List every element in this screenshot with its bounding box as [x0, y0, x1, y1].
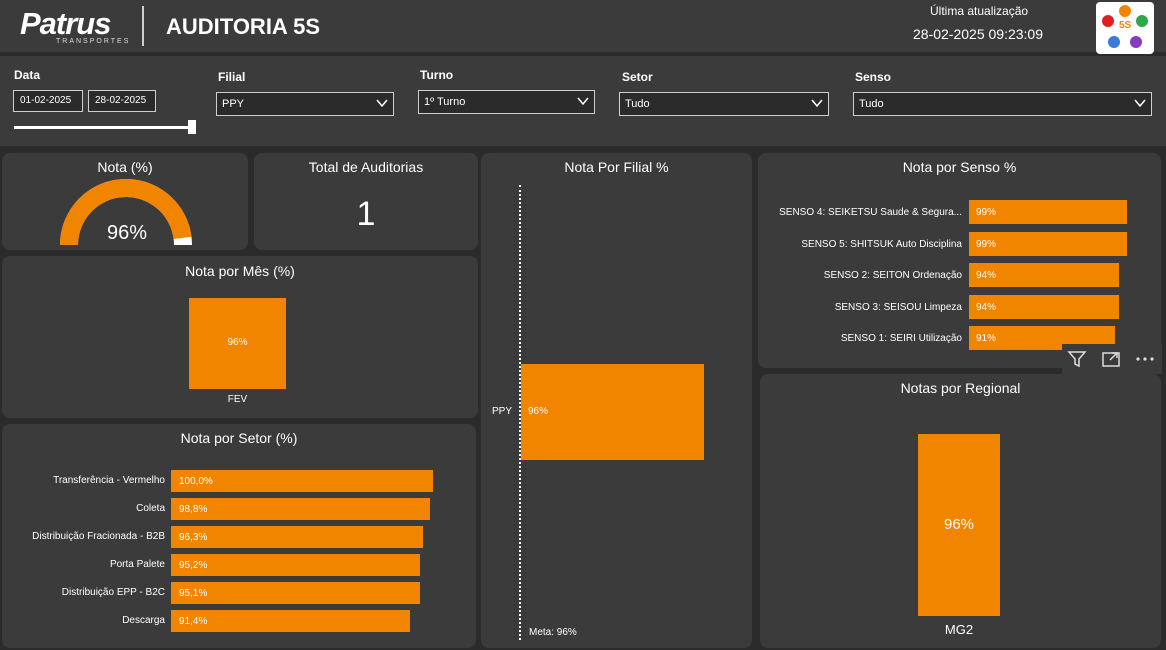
senso-category-label: SENSO 4: SEIKETSU Saude & Segura...	[779, 207, 962, 218]
mes-category-label: FEV	[227, 394, 248, 405]
setor-category-label: Descarga	[122, 615, 165, 626]
page-title: AUDITORIA 5S	[166, 14, 321, 39]
senso-bar-data-label: 94%	[976, 270, 997, 281]
setor-bar-data-label: 98,8%	[179, 504, 208, 515]
date-end-input[interactable]: 28-02-2025	[88, 90, 156, 112]
setor-category-label: Coleta	[136, 503, 165, 514]
focus-mode-icon[interactable]	[1100, 348, 1122, 370]
logo-wordmark: Patrus	[20, 6, 111, 41]
last-update-value: 28-02-2025 09:23:09	[913, 26, 1043, 42]
filial-bar	[521, 364, 705, 460]
badge-dot-icon	[1108, 36, 1120, 48]
filter-bar: Data 01-02-2025 28-02-2025 Filial PPY Tu…	[0, 56, 1166, 146]
setor-bar-data-label: 95,1%	[179, 588, 208, 599]
total-auditorias-value: 1	[356, 195, 376, 233]
card-title: Nota (%)	[97, 159, 153, 175]
filter-label-filial: Filial	[218, 70, 246, 84]
senso-select[interactable]: Tudo	[853, 92, 1152, 116]
setor-select-value: Tudo	[625, 98, 650, 110]
senso-category-label: SENSO 3: SEISOU Limpeza	[834, 301, 962, 313]
patrus-logo: Patrus TRANSPORTES	[20, 6, 128, 46]
turno-select-value: 1º Turno	[424, 96, 466, 108]
nota-por-filial-chart: PPY 96%	[481, 153, 752, 648]
5s-badge-icon: 5S	[1096, 2, 1154, 54]
senso-bar-data-label: 99%	[976, 238, 997, 250]
setor-select[interactable]: Tudo	[619, 92, 829, 116]
regional-bar-data-label: 96%	[943, 516, 975, 533]
badge-dot-icon	[1102, 15, 1114, 27]
senso-bar-data-label: 99%	[976, 207, 997, 218]
chevron-down-icon	[577, 97, 589, 106]
nota-por-mes-chart: 96% FEV	[2, 256, 478, 418]
date-range-slider[interactable]	[14, 126, 192, 129]
setor-bar-data-label: 91,4%	[179, 616, 208, 627]
nota-por-mes-card[interactable]: Nota por Mês (%) 96% FEV	[2, 256, 478, 418]
setor-bar	[171, 582, 421, 604]
setor-bar-data-label: 100,0%	[179, 476, 213, 487]
badge-label: 5S	[1119, 20, 1132, 31]
badge-dot-icon	[1136, 15, 1148, 27]
setor-bar	[171, 554, 421, 576]
filter-icon[interactable]	[1066, 348, 1088, 370]
setor-category-label: Distribuição Fracionada - B2B	[32, 531, 165, 542]
setor-bar-data-label: 96,3%	[179, 532, 208, 543]
notas-por-regional-card[interactable]: Notas por Regional 96% MG2	[760, 374, 1161, 648]
mes-bar-data-label: 96%	[227, 337, 248, 349]
card-title: Total de Auditorias	[308, 159, 424, 175]
filter-label-setor: Setor	[622, 70, 653, 84]
nota-por-setor-chart: Transferência - Vermelho 100,0% Coleta 98,8…	[2, 424, 476, 648]
setor-category-label: Porta Palete	[109, 559, 165, 570]
setor-bar-data-label: 95,2%	[179, 560, 208, 571]
header-bar: Patrus TRANSPORTES AUDITORIA 5S Última a…	[0, 0, 1166, 54]
total-auditorias-card[interactable]: Total de Auditorias 1	[254, 153, 478, 250]
more-options-icon[interactable]	[1134, 348, 1156, 370]
senso-bar-data-label: 94%	[976, 301, 997, 313]
senso-category-label: SENSO 1: SEIRI Utilização	[840, 333, 962, 344]
senso-bar-data-label: 91%	[976, 333, 997, 344]
filter-label-turno: Turno	[420, 68, 454, 82]
filter-label-data: Data	[14, 68, 41, 82]
turno-select[interactable]: 1º Turno	[418, 90, 595, 114]
nota-por-senso-chart: SENSO 4: SEIKETSU Saude & Segura... 99% SE…	[758, 153, 1161, 368]
filial-category-label: PPY	[492, 406, 513, 417]
nota-por-senso-card[interactable]: Nota por Senso % SENSO 4: SEIKETSU Saude…	[758, 153, 1161, 368]
filial-bar-data-label: 96%	[528, 406, 549, 417]
setor-bar	[171, 526, 424, 548]
nota-gauge-card[interactable]: Nota (%) 96%	[2, 153, 248, 250]
nota-por-filial-card[interactable]: Nota Por Filial % PPY 96% Meta: 96%	[481, 153, 752, 648]
badge-dot-icon	[1119, 5, 1131, 17]
last-update-label: Última atualização	[930, 4, 1029, 18]
chevron-down-icon	[376, 99, 388, 108]
badge-dot-icon	[1130, 36, 1142, 48]
visual-header-toolbar	[1062, 344, 1162, 374]
regional-category-label: MG2	[944, 622, 974, 637]
senso-select-value: Tudo	[859, 98, 884, 110]
filial-select-value: PPY	[222, 98, 245, 110]
date-start-input[interactable]: 01-02-2025	[13, 90, 83, 112]
filter-label-senso: Senso	[855, 70, 892, 84]
notas-por-regional-chart: 96% MG2	[760, 374, 1161, 648]
logo-subtitle: TRANSPORTES	[56, 38, 131, 45]
setor-category-label: Distribuição EPP - B2C	[61, 587, 165, 598]
gauge-value-label: 96%	[106, 222, 148, 244]
senso-category-label: SENSO 2: SEITON Ordenação	[823, 270, 962, 281]
nota-por-setor-card[interactable]: Nota por Setor (%) Transferência - Verme…	[2, 424, 476, 648]
chevron-down-icon	[1134, 99, 1146, 108]
setor-category-label: Transferência - Vermelho	[53, 475, 165, 486]
chevron-down-icon	[811, 99, 823, 108]
filial-select[interactable]: PPY	[216, 92, 394, 116]
date-slider-handle[interactable]	[188, 120, 196, 134]
senso-category-label: SENSO 5: SHITSUK Auto Disciplina	[801, 238, 962, 250]
meta-label: Meta: 96%	[529, 627, 577, 638]
setor-bar	[171, 498, 430, 520]
header-divider	[142, 6, 144, 46]
